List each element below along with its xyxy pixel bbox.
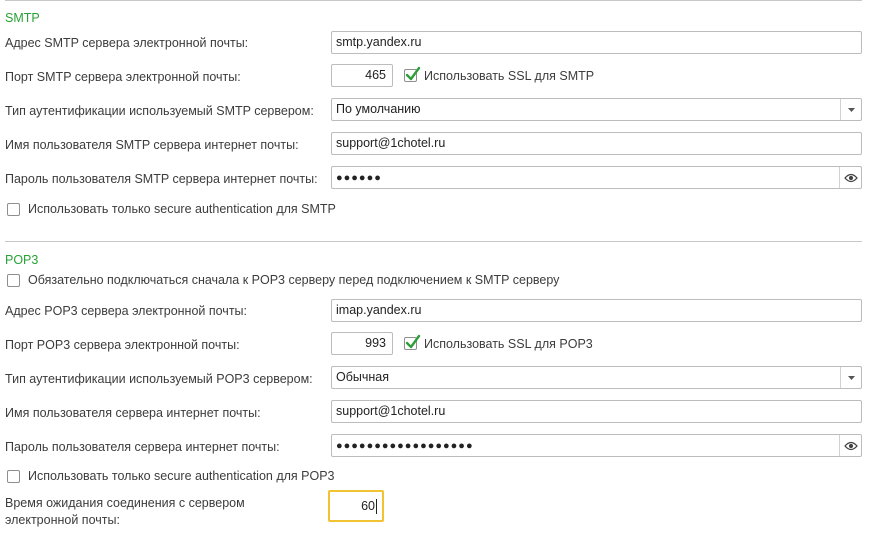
pop3-server-input[interactable]: imap.yandex.ru: [331, 299, 862, 322]
text-cursor: [376, 499, 377, 515]
smtp-ssl-checkbox[interactable]: [404, 66, 421, 82]
smtp-port-value: 465: [365, 68, 386, 82]
pop3-password-input[interactable]: ●●●●●●●●●●●●●●●●●●: [331, 434, 862, 457]
pop3-auth-label: Тип аутентификации используемый POP3 сер…: [5, 372, 313, 386]
smtp-auth-select[interactable]: По умолчанию: [331, 98, 862, 121]
pop3-port-label: Порт POP3 сервера электронной почты:: [5, 338, 240, 352]
smtp-port-input[interactable]: 465: [331, 64, 393, 87]
pop3-connect-first-label[interactable]: Обязательно подключаться сначала к POP3 …: [28, 273, 559, 287]
pop3-connect-first-checkbox[interactable]: [7, 274, 20, 287]
pop3-auth-select[interactable]: Обычная: [331, 366, 862, 389]
timeout-value: 60: [361, 499, 375, 513]
pop3-auth-value: Обычная: [336, 370, 390, 384]
smtp-top-divider: [5, 0, 862, 1]
pop3-port-value: 993: [365, 336, 386, 350]
smtp-section-title: SMTP: [5, 11, 40, 25]
timeout-input[interactable]: 60: [328, 490, 384, 522]
checkmark-icon: [405, 334, 421, 349]
pop3-ssl-label[interactable]: Использовать SSL для POP3: [424, 337, 593, 351]
smtp-auth-value: По умолчанию: [336, 102, 421, 116]
pop3-top-divider: [5, 241, 862, 242]
timeout-label-line2: электронной почты:: [5, 513, 120, 527]
smtp-auth-dropdown-button[interactable]: [840, 99, 861, 120]
triangle-down-icon: [847, 375, 855, 380]
pop3-password-label: Пароль пользователя сервера интернет поч…: [5, 440, 280, 454]
pop3-secure-auth-checkbox[interactable]: [7, 470, 20, 483]
pop3-password-reveal-button[interactable]: [839, 435, 861, 456]
smtp-auth-label: Тип аутентификации используемый SMTP сер…: [5, 104, 314, 118]
smtp-ssl-label[interactable]: Использовать SSL для SMTP: [424, 69, 594, 83]
smtp-server-input[interactable]: smtp.yandex.ru: [331, 31, 862, 54]
pop3-server-value: imap.yandex.ru: [336, 303, 422, 317]
checkmark-icon: [405, 66, 421, 81]
smtp-password-mask: ●●●●●●: [336, 172, 382, 184]
timeout-label-line1: Время ожидания соединения с сервером: [5, 496, 245, 510]
eye-icon: [843, 173, 858, 182]
pop3-secure-auth-label[interactable]: Использовать только secure authenticatio…: [28, 469, 335, 483]
pop3-ssl-checkbox[interactable]: [404, 334, 421, 350]
smtp-secure-auth-checkbox[interactable]: [7, 203, 20, 216]
smtp-server-value: smtp.yandex.ru: [336, 35, 422, 49]
triangle-down-icon: [847, 107, 855, 112]
smtp-password-label: Пароль пользователя SMTP сервера интерне…: [5, 172, 318, 186]
pop3-auth-dropdown-button[interactable]: [840, 367, 861, 388]
smtp-server-label: Адрес SMTP сервера электронной почты:: [5, 36, 249, 50]
eye-icon: [843, 441, 858, 450]
pop3-section-title: POP3: [5, 253, 39, 267]
smtp-port-label: Порт SMTP сервера электронной почты:: [5, 70, 241, 84]
smtp-secure-auth-label[interactable]: Использовать только secure authenticatio…: [28, 202, 336, 216]
pop3-user-label: Имя пользователя сервера интернет почты:: [5, 406, 261, 420]
smtp-password-reveal-button[interactable]: [839, 167, 861, 188]
smtp-password-input[interactable]: ●●●●●●: [331, 166, 862, 189]
pop3-port-input[interactable]: 993: [331, 332, 393, 355]
smtp-user-label: Имя пользователя SMTP сервера интернет п…: [5, 138, 299, 152]
smtp-user-input[interactable]: support@1chotel.ru: [331, 132, 862, 155]
smtp-user-value: support@1chotel.ru: [336, 136, 446, 150]
pop3-server-label: Адрес POP3 сервера электронной почты:: [5, 304, 248, 318]
pop3-password-mask: ●●●●●●●●●●●●●●●●●●: [336, 440, 474, 452]
pop3-user-input[interactable]: support@1chotel.ru: [331, 400, 862, 423]
pop3-user-value: support@1chotel.ru: [336, 404, 446, 418]
